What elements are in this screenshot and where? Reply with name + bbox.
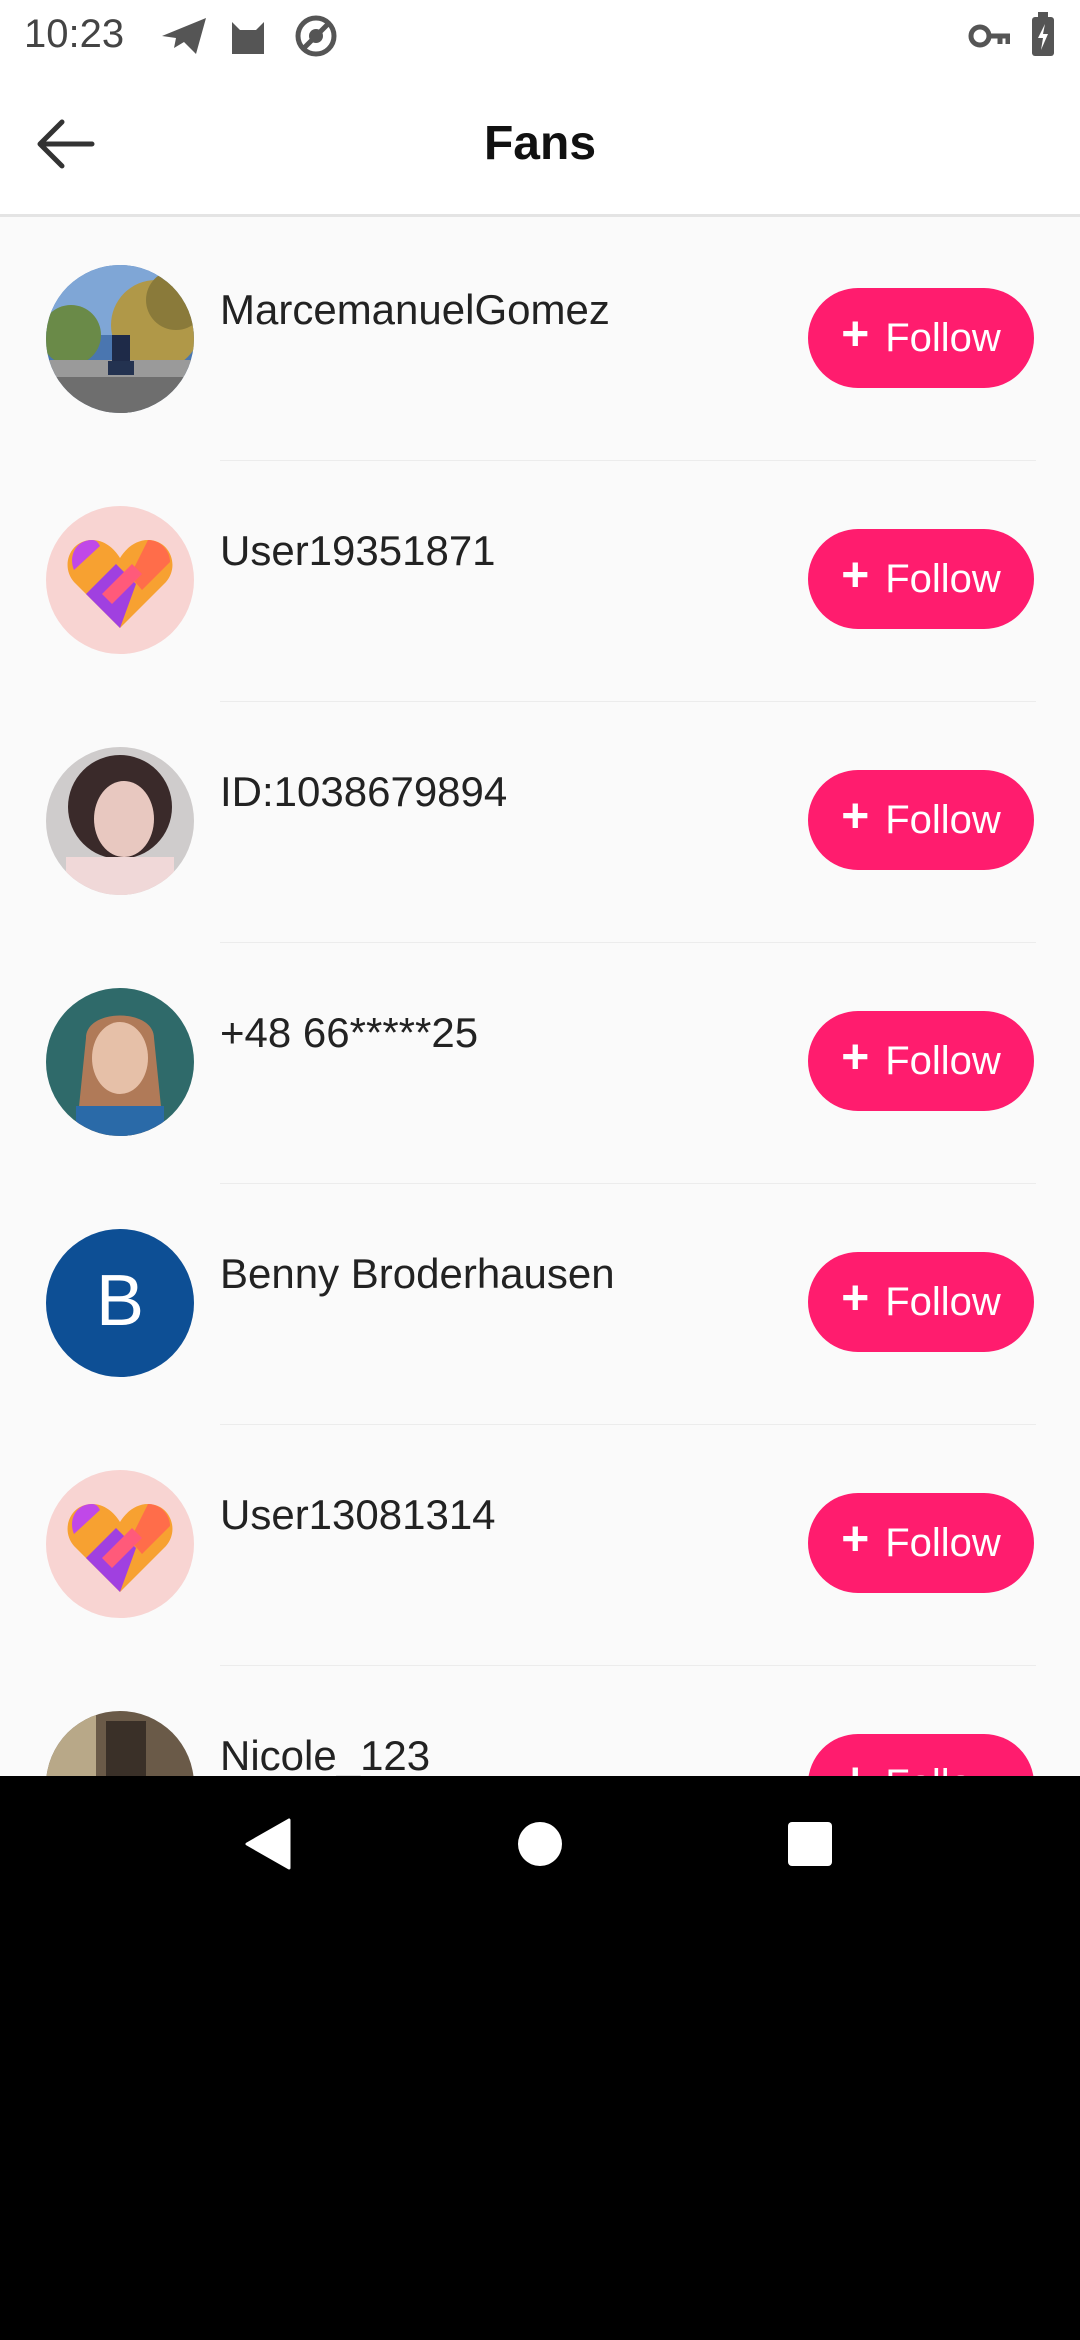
plus-icon: + — [841, 1272, 870, 1325]
fan-name: Nicole_123 — [220, 1732, 431, 1776]
at-sign-icon — [294, 14, 338, 63]
fan-name: Benny Broderhausen — [220, 1250, 615, 1297]
fan-name: MarcemanuelGomez — [220, 286, 610, 333]
follow-label: Follow — [885, 797, 1001, 842]
fan-name: User13081314 — [220, 1491, 496, 1538]
back-triangle-icon — [243, 1818, 293, 1875]
send-icon — [160, 14, 208, 63]
fan-name: ID:1038679894 — [220, 768, 508, 815]
page-title: Fans — [483, 117, 597, 170]
follow-button[interactable]: + Follow — [808, 770, 1034, 870]
fan-name: +48 66*****25 — [220, 1009, 479, 1056]
fans-app: 10:23 Fans MarcemanuelGomez + Follow Use… — [0, 0, 1080, 1776]
follow-button[interactable]: + Follow — [808, 1011, 1034, 1111]
app-bar: Fans — [0, 72, 1080, 217]
follow-label: Follow — [885, 556, 1001, 601]
fan-row[interactable]: B Benny Broderhausen + Follow — [0, 1184, 1080, 1425]
follow-button[interactable]: + Follow — [808, 1252, 1034, 1352]
fans-list[interactable]: MarcemanuelGomez + Follow User19351871 +… — [0, 220, 1080, 1776]
plus-icon: + — [841, 1757, 869, 1777]
fan-row[interactable]: User19351871 + Follow — [0, 461, 1080, 702]
avatar[interactable] — [46, 988, 194, 1136]
follow-label: Follow — [885, 1038, 1001, 1083]
follow-button[interactable]: + Follow — [808, 1493, 1034, 1593]
cat-icon — [228, 14, 268, 63]
plus-icon: + — [841, 308, 870, 361]
fan-name: User19351871 — [220, 527, 496, 574]
follow-label: Follow — [885, 1762, 1001, 1777]
follow-label: Follow — [885, 1520, 1001, 1565]
fan-row[interactable]: ID:1038679894 + Follow — [0, 702, 1080, 943]
fan-row[interactable]: Nicole_123 + Follow — [0, 1666, 1080, 1776]
nav-back-button[interactable] — [228, 1806, 308, 1886]
vpn-key-icon — [968, 18, 1011, 59]
home-circle-icon — [517, 1821, 563, 1872]
avatar[interactable] — [46, 506, 194, 654]
fan-row[interactable]: +48 66*****25 + Follow — [0, 943, 1080, 1184]
plus-icon: + — [841, 1513, 870, 1566]
avatar[interactable] — [46, 747, 194, 895]
plus-icon: + — [841, 790, 870, 843]
avatar-letter: B — [96, 1261, 144, 1341]
avatar[interactable] — [46, 265, 194, 413]
follow-button[interactable]: + Follow — [808, 529, 1034, 629]
recents-square-icon — [787, 1821, 833, 1872]
nav-recents-button[interactable] — [770, 1806, 850, 1886]
screen: 10:23 Fans MarcemanuelGomez + Follow Use… — [0, 0, 1080, 2340]
nav-home-button[interactable] — [500, 1806, 580, 1886]
status-bar: 10:23 — [0, 0, 1080, 72]
follow-label: Follow — [885, 1279, 1001, 1324]
avatar[interactable] — [46, 1470, 194, 1618]
fan-row[interactable]: User13081314 + Follow — [0, 1425, 1080, 1666]
fan-row[interactable]: MarcemanuelGomez + Follow — [0, 220, 1080, 461]
avatar[interactable]: B — [46, 1229, 194, 1377]
status-time: 10:23 — [24, 12, 125, 56]
follow-button[interactable]: + Follow — [808, 1734, 1034, 1776]
battery-charging-icon — [1030, 12, 1056, 63]
follow-label: Follow — [885, 315, 1001, 360]
avatar[interactable] — [46, 1711, 194, 1776]
follow-button[interactable]: + Follow — [808, 288, 1034, 388]
navigation-bar — [0, 1776, 1080, 1918]
plus-icon: + — [841, 1031, 870, 1084]
plus-icon: + — [841, 549, 870, 602]
